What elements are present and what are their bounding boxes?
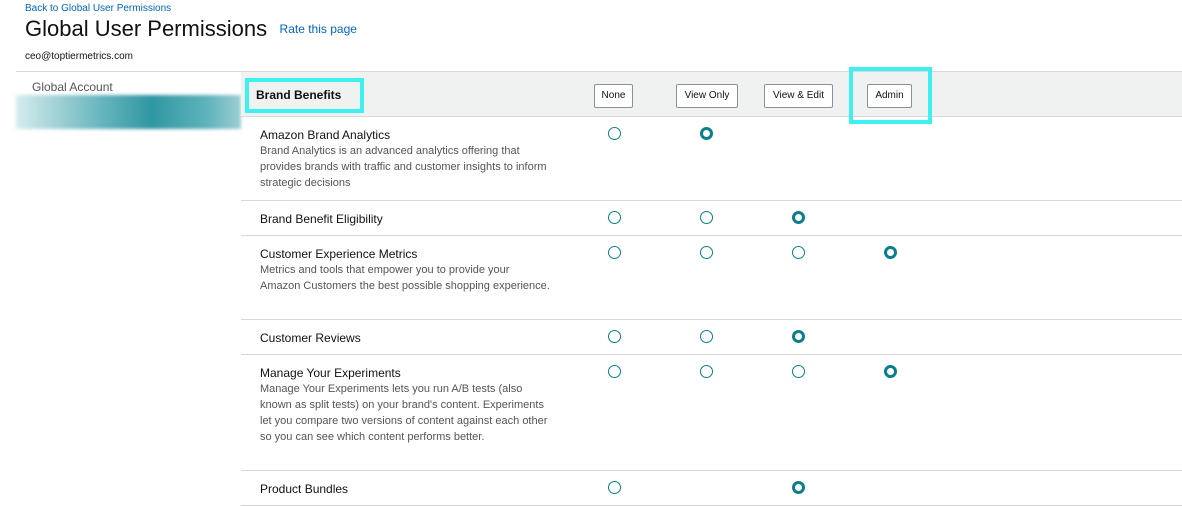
set-all-none-button[interactable]: None bbox=[594, 84, 633, 108]
radio-view-edit-customer-reviews[interactable] bbox=[792, 330, 805, 343]
radio-view-only-brand-benefit-eligibility[interactable] bbox=[700, 211, 713, 224]
radio-view-only-customer-reviews[interactable] bbox=[700, 330, 713, 343]
back-to-global-permissions-link[interactable]: Back to Global User Permissions bbox=[25, 3, 171, 14]
set-all-view-only-button[interactable]: View Only bbox=[676, 84, 738, 108]
radio-view-only-customer-experience-metrics[interactable] bbox=[700, 246, 713, 259]
permission-row-product-bundles: Product Bundles bbox=[241, 471, 1182, 506]
rate-this-page-link[interactable]: Rate this page bbox=[280, 22, 357, 36]
permission-description: Manage Your Experiments lets you run A/B… bbox=[260, 383, 548, 443]
permission-name: Customer Reviews bbox=[260, 331, 361, 345]
radio-view-edit-customer-experience-metrics[interactable] bbox=[792, 246, 805, 259]
permission-name-block: Product Bundles bbox=[260, 481, 550, 497]
radio-none-product-bundles[interactable] bbox=[608, 481, 621, 494]
permission-name-block: Brand Benefit Eligibility bbox=[260, 211, 550, 227]
permission-name: Product Bundles bbox=[260, 482, 349, 496]
section-header-row: Brand Benefits None View Only View & Edi… bbox=[241, 67, 1182, 124]
radio-none-customer-reviews[interactable] bbox=[608, 330, 621, 343]
permission-description: Metrics and tools that empower you to pr… bbox=[260, 264, 550, 292]
permission-row-customer-experience-metrics: Customer Experience Metrics Metrics and t… bbox=[241, 236, 1182, 320]
permission-name-block: Amazon Brand Analytics Brand Analytics is… bbox=[260, 127, 550, 191]
page-title: Global User Permissions bbox=[25, 16, 268, 41]
permission-name: Manage Your Experiments bbox=[260, 366, 401, 380]
permission-row-brand-benefit-eligibility: Brand Benefit Eligibility bbox=[241, 201, 1182, 236]
sidebar: Global Account bbox=[16, 71, 241, 507]
radio-view-edit-product-bundles[interactable] bbox=[792, 481, 805, 494]
permission-row-manage-your-experiments: Manage Your Experiments Manage Your Exper… bbox=[241, 355, 1182, 471]
radio-view-edit-brand-benefit-eligibility[interactable] bbox=[792, 211, 805, 224]
permission-name: Customer Experience Metrics bbox=[260, 247, 418, 261]
permission-name: Brand Benefit Eligibility bbox=[260, 212, 383, 226]
radio-admin-customer-experience-metrics[interactable] bbox=[884, 246, 897, 259]
radio-none-manage-your-experiments[interactable] bbox=[608, 365, 621, 378]
sidebar-item-global-account[interactable]: Global Account bbox=[16, 72, 241, 94]
radio-view-only-amazon-brand-analytics[interactable] bbox=[700, 127, 713, 140]
permission-description: Brand Analytics is an advanced analytics… bbox=[260, 145, 547, 189]
account-email: ceo@toptiermetrics.com bbox=[25, 51, 133, 62]
radio-none-brand-benefit-eligibility[interactable] bbox=[608, 211, 621, 224]
radio-admin-manage-your-experiments[interactable] bbox=[884, 365, 897, 378]
radio-view-only-manage-your-experiments[interactable] bbox=[700, 365, 713, 378]
permission-row-customer-reviews: Customer Reviews bbox=[241, 320, 1182, 355]
title-row: Global User Permissions Rate this page bbox=[25, 16, 357, 44]
permission-name-block: Manage Your Experiments Manage Your Exper… bbox=[260, 365, 550, 445]
permission-row-amazon-brand-analytics: Amazon Brand Analytics Brand Analytics is… bbox=[241, 117, 1182, 201]
permission-name-block: Customer Reviews bbox=[260, 330, 550, 346]
permission-name-block: Customer Experience Metrics Metrics and t… bbox=[260, 246, 550, 294]
redacted-sidebar-item[interactable] bbox=[16, 95, 241, 129]
set-all-admin-button[interactable]: Admin bbox=[867, 84, 912, 108]
radio-none-amazon-brand-analytics[interactable] bbox=[608, 127, 621, 140]
permission-name: Amazon Brand Analytics bbox=[260, 128, 391, 142]
set-all-view-edit-button[interactable]: View & Edit bbox=[764, 84, 833, 108]
permissions-table: Brand Benefits None View Only View & Edi… bbox=[241, 67, 1182, 507]
section-title: Brand Benefits bbox=[256, 88, 342, 102]
radio-none-customer-experience-metrics[interactable] bbox=[608, 246, 621, 259]
radio-view-edit-manage-your-experiments[interactable] bbox=[792, 365, 805, 378]
